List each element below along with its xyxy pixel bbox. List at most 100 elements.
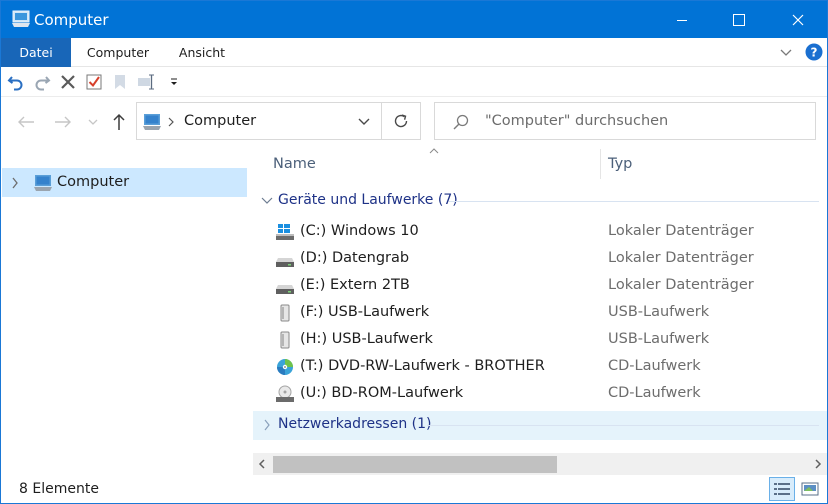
tab-datei[interactable]: Datei bbox=[1, 38, 71, 67]
windows-drive-icon bbox=[276, 224, 294, 240]
delete-button[interactable] bbox=[59, 73, 77, 91]
title-bar[interactable]: Computer bbox=[1, 1, 827, 38]
list-item[interactable]: (T:) DVD-RW-Laufwerk - BROTHER CD-Laufwe… bbox=[253, 354, 827, 381]
item-name: (C:) Windows 10 bbox=[300, 223, 419, 239]
list-item[interactable]: (D:) Datengrab Lokaler Datenträger bbox=[253, 246, 827, 273]
group-label: Geräte und Laufwerke (7) bbox=[278, 192, 458, 208]
cd-drive-icon bbox=[276, 385, 294, 402]
hard-drive-icon bbox=[276, 258, 294, 267]
tab-ansicht[interactable]: Ansicht bbox=[169, 38, 235, 67]
item-name: (E:) Extern 2TB bbox=[300, 277, 410, 293]
scroll-right-icon[interactable] bbox=[814, 459, 822, 469]
maximize-icon bbox=[733, 13, 745, 26]
group-divider bbox=[449, 201, 819, 202]
search-placeholder: "Computer" durchsuchen bbox=[485, 113, 669, 129]
large-icons-view-icon bbox=[801, 482, 819, 496]
column-header-type[interactable]: Typ bbox=[608, 156, 632, 172]
list-item[interactable]: (E:) Extern 2TB Lokaler Datenträger bbox=[253, 273, 827, 300]
arrow-right-icon bbox=[55, 116, 71, 128]
properties-icon bbox=[86, 74, 102, 90]
up-button[interactable] bbox=[108, 111, 130, 133]
arrow-up-icon bbox=[113, 113, 125, 130]
chevron-right-icon[interactable] bbox=[263, 419, 271, 431]
item-type: Lokaler Datenträger bbox=[608, 250, 754, 266]
list-item[interactable]: (H:) USB-Laufwerk USB-Laufwerk bbox=[253, 327, 827, 354]
item-name: (T:) DVD-RW-Laufwerk - BROTHER bbox=[300, 358, 545, 374]
search-field[interactable]: "Computer" durchsuchen bbox=[434, 102, 816, 140]
customize-toolbar-button[interactable] bbox=[165, 73, 183, 91]
chevron-down-icon bbox=[88, 119, 98, 125]
details-view-button[interactable] bbox=[769, 477, 795, 501]
redo-button[interactable] bbox=[33, 73, 51, 91]
computer-icon bbox=[34, 175, 52, 191]
svg-text:?: ? bbox=[811, 46, 818, 60]
new-folder-button[interactable] bbox=[111, 73, 129, 91]
item-name: (F:) USB-Laufwerk bbox=[300, 304, 430, 320]
file-list: Name Typ Geräte und Laufwerke (7) (C:) W… bbox=[253, 148, 827, 473]
recent-locations-button[interactable] bbox=[85, 111, 101, 133]
rename-icon bbox=[138, 74, 154, 90]
scroll-left-icon[interactable] bbox=[258, 459, 266, 469]
item-type: USB-Laufwerk bbox=[608, 304, 710, 320]
item-type: USB-Laufwerk bbox=[608, 331, 710, 347]
chevron-right-icon[interactable] bbox=[11, 177, 19, 189]
list-item[interactable]: (F:) USB-Laufwerk USB-Laufwerk bbox=[253, 300, 827, 327]
forward-button[interactable] bbox=[52, 111, 74, 133]
maximize-button[interactable] bbox=[710, 1, 768, 38]
window-title: Computer bbox=[34, 11, 109, 29]
usb-drive-icon bbox=[280, 331, 290, 349]
breadcrumb-separator-icon bbox=[168, 117, 174, 127]
hard-drive-icon bbox=[276, 285, 294, 294]
expand-ribbon-button[interactable] bbox=[779, 46, 793, 61]
list-item[interactable]: (C:) Windows 10 Lokaler Datenträger bbox=[253, 219, 827, 246]
undo-button[interactable] bbox=[7, 73, 25, 91]
search-icon bbox=[453, 114, 469, 130]
back-button[interactable] bbox=[15, 111, 37, 133]
undo-icon bbox=[7, 76, 23, 91]
arrow-left-icon bbox=[18, 116, 34, 128]
rename-button[interactable] bbox=[137, 73, 155, 91]
quick-access-toolbar bbox=[1, 67, 827, 97]
new-folder-icon bbox=[115, 75, 125, 89]
close-button[interactable] bbox=[769, 1, 827, 38]
customize-dropdown-icon bbox=[171, 78, 177, 85]
large-icons-view-button[interactable] bbox=[797, 477, 823, 501]
refresh-button[interactable] bbox=[382, 102, 421, 140]
usb-drive-icon bbox=[280, 304, 290, 322]
item-type: CD-Laufwerk bbox=[608, 385, 701, 401]
item-name: (U:) BD-ROM-Laufwerk bbox=[300, 385, 464, 401]
horizontal-scrollbar[interactable] bbox=[253, 453, 827, 475]
help-icon: ? bbox=[805, 43, 823, 61]
group-network[interactable]: Netzwerkadressen (1) bbox=[253, 411, 827, 440]
breadcrumb-computer[interactable]: Computer bbox=[184, 113, 256, 129]
minimize-button[interactable] bbox=[653, 1, 711, 38]
item-type: Lokaler Datenträger bbox=[608, 223, 754, 239]
item-name: (D:) Datengrab bbox=[300, 250, 410, 266]
status-bar: 8 Elemente bbox=[1, 475, 827, 503]
navigation-tree: Computer bbox=[1, 149, 248, 473]
tree-item-computer[interactable]: Computer bbox=[2, 168, 247, 197]
item-name: (H:) USB-Laufwerk bbox=[300, 331, 433, 347]
dvd-drive-icon bbox=[277, 359, 293, 375]
column-header-name[interactable]: Name bbox=[273, 156, 316, 172]
address-bar[interactable]: Computer bbox=[136, 102, 382, 140]
chevron-down-icon[interactable] bbox=[357, 117, 371, 127]
close-icon bbox=[792, 14, 804, 25]
column-divider[interactable] bbox=[600, 149, 601, 179]
explorer-window: Computer Datei Computer Ansicht ? Comput… bbox=[0, 0, 828, 504]
item-type: Lokaler Datenträger bbox=[608, 277, 754, 293]
item-type: CD-Laufwerk bbox=[608, 358, 701, 374]
group-divider bbox=[427, 425, 819, 426]
list-item[interactable]: (U:) BD-ROM-Laufwerk CD-Laufwerk bbox=[253, 381, 827, 408]
minimize-icon bbox=[677, 19, 687, 21]
computer-icon bbox=[143, 114, 161, 130]
scrollbar-thumb[interactable] bbox=[273, 456, 557, 473]
properties-button[interactable] bbox=[85, 73, 103, 91]
chevron-down-icon[interactable] bbox=[261, 196, 273, 206]
ribbon-tabs: Datei Computer Ansicht ? bbox=[1, 38, 827, 67]
sort-up-icon bbox=[429, 148, 439, 154]
item-count: 8 Elemente bbox=[19, 481, 99, 497]
group-devices[interactable]: Geräte und Laufwerke (7) bbox=[253, 187, 827, 216]
tab-computer[interactable]: Computer bbox=[77, 38, 159, 67]
help-button[interactable]: ? bbox=[805, 43, 823, 65]
